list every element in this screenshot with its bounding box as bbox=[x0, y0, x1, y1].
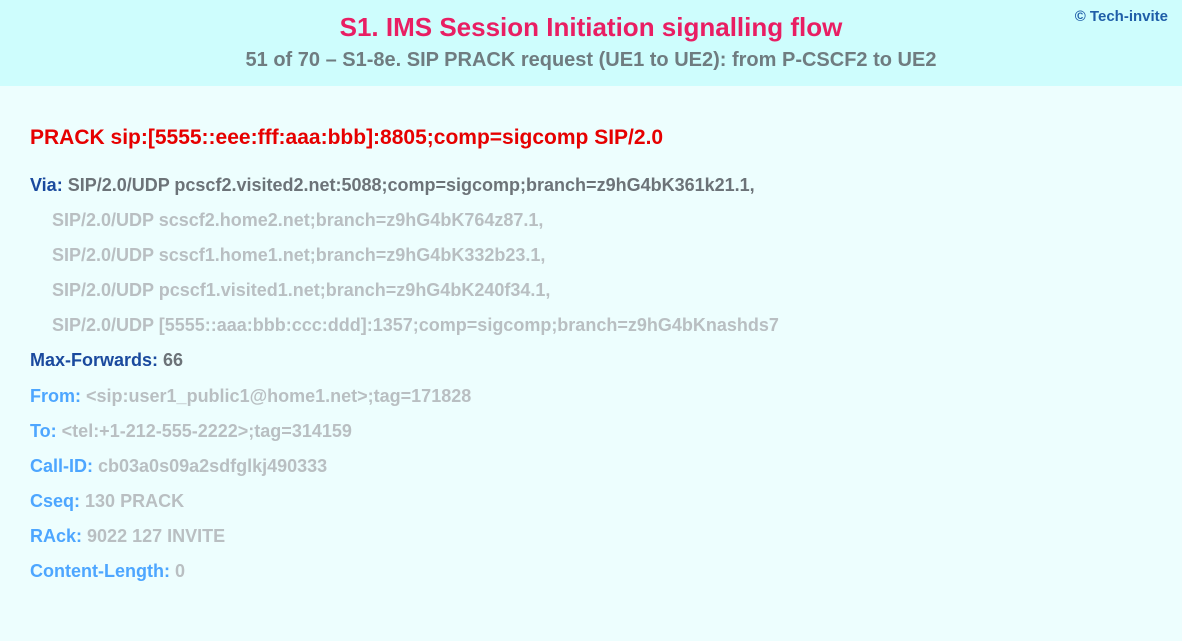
call-id-label: Call-ID: bbox=[30, 456, 93, 476]
sip-message-content: PRACK sip:[5555::eee:fff:aaa:bbb]:8805;c… bbox=[0, 86, 1182, 641]
document-title: S1. IMS Session Initiation signalling fl… bbox=[20, 12, 1162, 43]
max-forwards-label: Max-Forwards: bbox=[30, 350, 158, 370]
sip-via-continuation: SIP/2.0/UDP scscf2.home2.net;branch=z9hG… bbox=[30, 203, 1152, 238]
document-header: © Tech-invite S1. IMS Session Initiation… bbox=[0, 0, 1182, 86]
rack-value: 9022 127 INVITE bbox=[87, 526, 225, 546]
sip-to-header: To: <tel:+1-212-555-2222>;tag=314159 bbox=[30, 414, 1152, 449]
to-label: To: bbox=[30, 421, 57, 441]
via-cont-2: SIP/2.0/UDP pcscf1.visited1.net;branch=z… bbox=[52, 280, 550, 300]
from-value: <sip:user1_public1@home1.net>;tag=171828 bbox=[86, 386, 471, 406]
via-cont-1: SIP/2.0/UDP scscf1.home1.net;branch=z9hG… bbox=[52, 245, 545, 265]
sip-rack-header: RAck: 9022 127 INVITE bbox=[30, 519, 1152, 554]
rack-label: RAck: bbox=[30, 526, 82, 546]
copyright-notice: © Tech-invite bbox=[1075, 8, 1168, 25]
document-subtitle: 51 of 70 – S1-8e. SIP PRACK request (UE1… bbox=[20, 49, 1162, 72]
sip-via-continuation: SIP/2.0/UDP pcscf1.visited1.net;branch=z… bbox=[30, 273, 1152, 308]
content-length-label: Content-Length: bbox=[30, 561, 170, 581]
sip-via-continuation: SIP/2.0/UDP scscf1.home1.net;branch=z9hG… bbox=[30, 238, 1152, 273]
via-cont-0: SIP/2.0/UDP scscf2.home2.net;branch=z9hG… bbox=[52, 210, 543, 230]
from-label: From: bbox=[30, 386, 81, 406]
sip-max-forwards-header: Max-Forwards: 66 bbox=[30, 343, 1152, 378]
via-value-first: SIP/2.0/UDP pcscf2.visited2.net:5088;com… bbox=[68, 175, 755, 195]
cseq-label: Cseq: bbox=[30, 491, 80, 511]
sip-via-header: Via: SIP/2.0/UDP pcscf2.visited2.net:508… bbox=[30, 168, 1152, 203]
sip-cseq-header: Cseq: 130 PRACK bbox=[30, 484, 1152, 519]
sip-request-uri: sip:[5555::eee:fff:aaa:bbb]:8805;comp=si… bbox=[111, 126, 664, 149]
sip-from-header: From: <sip:user1_public1@home1.net>;tag=… bbox=[30, 379, 1152, 414]
sip-content-length-header: Content-Length: 0 bbox=[30, 554, 1152, 589]
cseq-value: 130 PRACK bbox=[85, 491, 184, 511]
sip-request-line: PRACK sip:[5555::eee:fff:aaa:bbb]:8805;c… bbox=[30, 126, 1152, 150]
sip-via-continuation: SIP/2.0/UDP [5555::aaa:bbb:ccc:ddd]:1357… bbox=[30, 308, 1152, 343]
via-cont-3: SIP/2.0/UDP [5555::aaa:bbb:ccc:ddd]:1357… bbox=[52, 315, 779, 335]
to-value: <tel:+1-212-555-2222>;tag=314159 bbox=[62, 421, 352, 441]
sip-call-id-header: Call-ID: cb03a0s09a2sdfglkj490333 bbox=[30, 449, 1152, 484]
via-label: Via: bbox=[30, 175, 63, 195]
content-length-value: 0 bbox=[175, 561, 185, 581]
call-id-value: cb03a0s09a2sdfglkj490333 bbox=[98, 456, 327, 476]
sip-method: PRACK bbox=[30, 126, 105, 149]
max-forwards-value: 66 bbox=[163, 350, 183, 370]
